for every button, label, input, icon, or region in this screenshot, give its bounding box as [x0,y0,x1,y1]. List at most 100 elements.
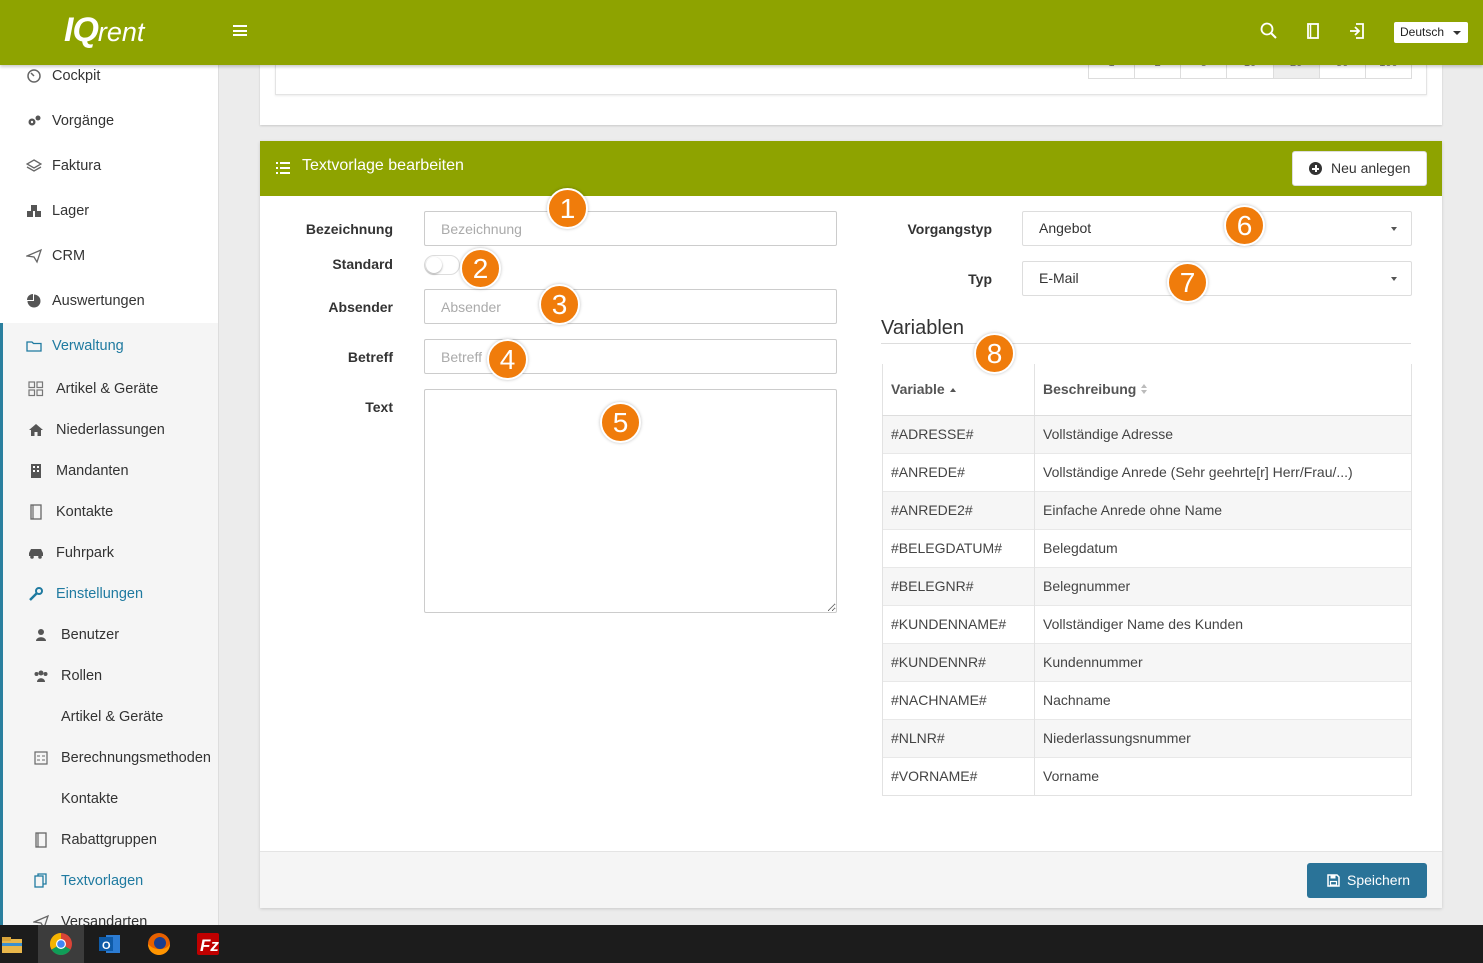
table-row[interactable]: #KUNDENNAME# Vollständiger Name des Kunde… [882,604,1412,643]
variable-cell: #BELEGDATUM# [882,528,1035,567]
divider [881,343,1411,344]
sidebar-item-berechnungsmethoden[interactable]: Berechnungsmethoden [33,746,211,770]
annotation-badge: 4 [487,339,528,380]
description-cell: Niederlassungsnummer [1034,718,1412,757]
list-panel: 1 2 5 10 20 50 100 [275,58,1427,95]
sidebar-item-textvorlagen[interactable]: Textvorlagen [33,869,143,893]
main-content: 1 2 5 10 20 50 100 Textvorlage bearbeite… [220,58,1483,925]
sidebar-item-label: Verwaltung [52,338,124,354]
column-header-variable[interactable]: Variable [882,364,1035,416]
description-cell: Nachname [1034,680,1412,719]
variable-cell: #KUNDENNR# [882,642,1035,681]
app-logo[interactable]: IQrent [64,10,144,52]
outlook-icon[interactable]: O [87,925,133,963]
sidebar-item-label: Artikel & Geräte [56,381,159,397]
absender-input[interactable] [424,289,837,324]
book-icon [33,832,49,848]
variable-cell: #ADRESSE# [882,414,1035,453]
dashboard-icon [26,68,42,84]
layers-icon [25,158,43,174]
chevron-down-icon [1453,31,1461,35]
table-row[interactable]: #ANREDE# Vollständige Anrede (Sehr geehrt… [882,452,1412,491]
annotation-badge: 2 [460,248,501,289]
sidebar-item-cockpit[interactable]: Cockpit [26,65,100,88]
variables-title: Variablen [881,317,965,339]
sidebar-item-benutzer[interactable]: Benutzer [33,623,119,647]
sidebar-item-kontakte[interactable]: Kontakte [28,500,113,524]
sidebar-item-rabattgruppen[interactable]: Rabattgruppen [33,828,157,852]
table-row[interactable]: #VORNAME# Vorname [882,756,1412,796]
language-select[interactable]: Deutsch [1394,22,1468,43]
sidebar-item-versandarten[interactable]: Versandarten [31,910,148,925]
chrome-icon[interactable] [38,925,84,963]
variable-cell: #NLNR# [882,718,1035,757]
sidebar-item-faktura[interactable]: Faktura [25,154,102,178]
table-row[interactable]: #BELEGNR# Belegnummer [882,566,1412,605]
hamburger-menu-icon[interactable] [233,25,247,36]
user-icon [33,627,49,643]
paper-plane-icon [24,248,43,264]
file-explorer-icon[interactable] [0,925,30,963]
description-cell: Kundennummer [1034,642,1412,681]
sidebar-item-fuhrpark[interactable]: Fuhrpark [28,541,114,565]
label-vorgangstyp: Vorgangstyp [907,221,992,237]
sidebar-item-label: Rollen [61,668,103,684]
sidebar-item-niederlassungen[interactable]: Niederlassungen [28,418,165,442]
sidebar: Cockpit Vorgänge Faktura Lager CRM Auswe… [0,65,219,925]
firefox-icon[interactable] [136,925,182,963]
description-cell: Vorname [1034,756,1412,796]
table-row[interactable]: #ANREDE2# Einfache Anrede ohne Name [882,490,1412,529]
label-standard: Standard [332,256,393,272]
new-button[interactable]: Neu anlegen [1292,151,1427,186]
gears-icon [26,113,42,129]
sidebar-item-crm[interactable]: CRM [24,244,85,268]
logout-icon[interactable] [1346,20,1368,42]
table-row[interactable]: #ADRESSE# Vollständige Adresse [882,414,1412,453]
address-book-icon [28,504,44,520]
sidebar-item-lager[interactable]: Lager [26,199,89,223]
variable-cell: #BELEGNR# [882,566,1035,605]
calculator-icon [33,750,49,766]
column-header-beschreibung[interactable]: Beschreibung [1034,364,1412,416]
column-header-label: Beschreibung [1043,381,1137,398]
folder-icon [26,338,42,354]
sidebar-item-label: Fuhrpark [56,545,115,561]
label-bezeichnung: Bezeichnung [305,221,393,237]
typ-value: E-Mail [1039,270,1079,286]
paper-plane-icon [31,914,50,925]
search-icon[interactable] [1258,20,1280,42]
label-absender: Absender [328,299,393,315]
sidebar-item-label: Einstellungen [56,586,144,602]
table-row[interactable]: #KUNDENNR# Kundennummer [882,642,1412,681]
sidebar-item-artikel-geraete[interactable]: Artikel & Geräte [28,377,158,401]
sidebar-item-auswertungen[interactable]: Auswertungen [26,289,145,313]
betreff-input[interactable] [424,339,837,374]
filezilla-icon[interactable]: Fz [185,925,231,963]
bezeichnung-input[interactable] [424,211,837,246]
users-icon [33,668,49,684]
sidebar-item-vorgaenge[interactable]: Vorgänge [26,109,114,133]
sidebar-item-einstellungen[interactable]: Einstellungen [28,582,143,606]
sidebar-item-verwaltung[interactable]: Verwaltung [26,334,124,358]
sidebar-item-einst-kontakte[interactable]: Kontakte [33,787,118,811]
sidebar-item-label: Versandarten [61,914,148,925]
sidebar-item-label: Faktura [52,158,102,174]
card-footer: Speichern [260,851,1442,908]
book-icon[interactable] [1302,20,1324,42]
sidebar-item-label: Textvorlagen [61,873,144,889]
description-cell: Belegdatum [1034,528,1412,567]
standard-toggle[interactable] [424,255,460,275]
sidebar-item-rollen[interactable]: Rollen [33,664,102,688]
sidebar-item-einst-artikel-geraete[interactable]: Artikel & Geräte [33,705,163,729]
table-row[interactable]: #BELEGDATUM# Belegdatum [882,528,1412,567]
vorgangstyp-select[interactable]: Angebot [1022,211,1412,246]
label-text: Text [365,399,393,415]
table-row[interactable]: #NLNR# Niederlassungsnummer [882,718,1412,757]
typ-select[interactable]: E-Mail [1022,261,1412,296]
card-header: Textvorlage bearbeiten Neu anlegen [260,141,1442,196]
sidebar-item-mandanten[interactable]: Mandanten [28,459,129,483]
description-cell: Vollständige Adresse [1034,414,1412,453]
table-row[interactable]: #NACHNAME# Nachname [882,680,1412,719]
list-card: 1 2 5 10 20 50 100 [260,58,1442,125]
save-button[interactable]: Speichern [1307,863,1427,898]
